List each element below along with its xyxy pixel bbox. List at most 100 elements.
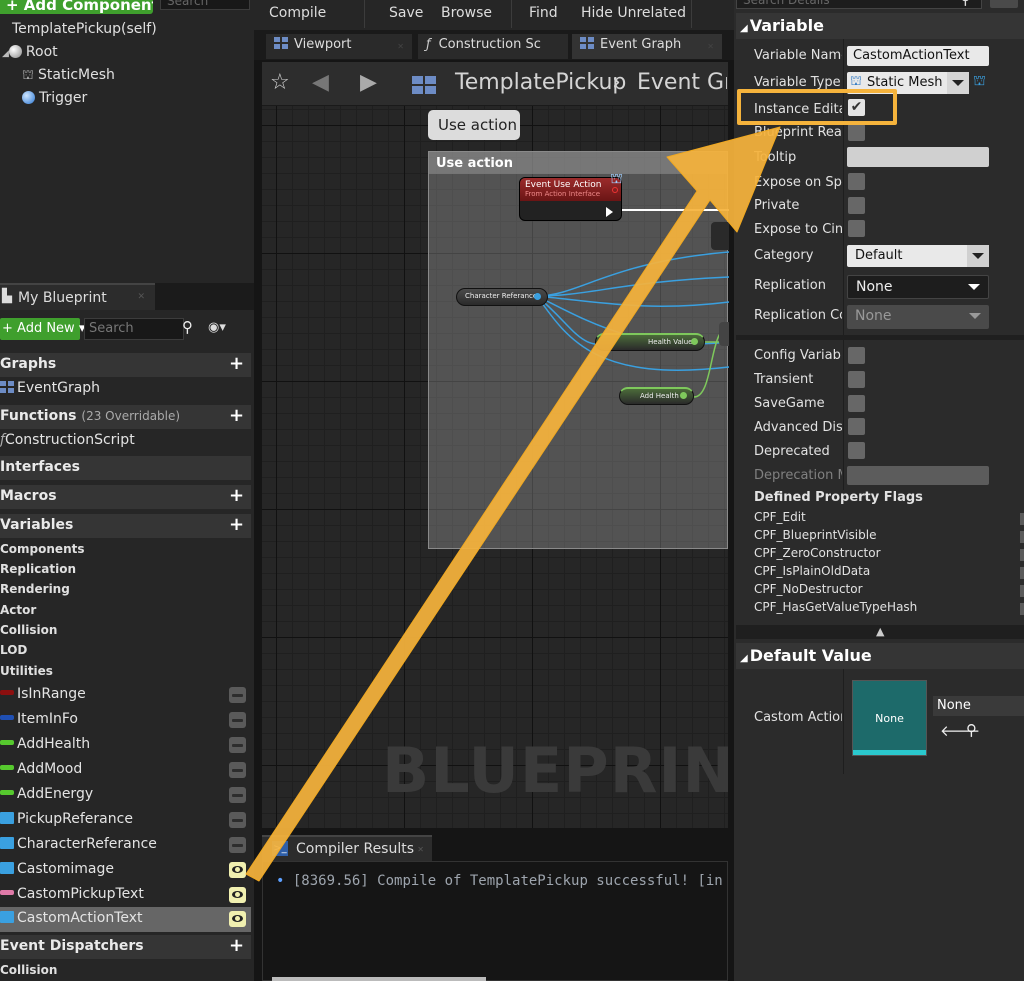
section-default-value[interactable]: ◢ Default Value [736, 643, 1024, 669]
savegame-checkbox[interactable] [848, 395, 865, 412]
variable-row[interactable]: CastomPickupText [0, 883, 251, 908]
dispatcher-category-collision[interactable]: Collision [0, 963, 57, 981]
var-category-actor[interactable]: Actor [0, 603, 36, 623]
horizontal-scrollbar[interactable] [272, 977, 486, 981]
eye-closed-icon[interactable] [229, 737, 246, 753]
asset-thumbnail[interactable]: None [852, 680, 927, 756]
expose-to-cinematics-checkbox[interactable] [848, 220, 865, 237]
config-variable-checkbox[interactable] [848, 347, 865, 364]
tab-construction-script[interactable]: ƒ Construction Sc [418, 34, 568, 59]
var-category-replication[interactable]: Replication [0, 562, 76, 582]
eye-closed-icon[interactable] [229, 687, 246, 703]
add-new-button[interactable]: + Add New ▾ [0, 318, 85, 340]
browse-search-icon[interactable]: ⚲ [966, 721, 977, 739]
comment-bubble[interactable]: Use action [428, 110, 520, 140]
eye-closed-icon[interactable] [229, 712, 246, 728]
replication-dropdown[interactable]: None [847, 275, 989, 299]
section-macros[interactable]: Macros + [0, 485, 251, 509]
var-category-rendering[interactable]: Rendering [0, 582, 70, 602]
section-event-dispatchers[interactable]: Event Dispatchers + [0, 935, 251, 959]
advanced-collapse-bar[interactable]: ▲ [736, 625, 1024, 639]
section-interfaces[interactable]: Interfaces [0, 456, 251, 480]
character-referance-node[interactable]: Character Referance [456, 288, 548, 306]
breadcrumb-blueprint[interactable]: TemplatePickup [455, 70, 626, 95]
tab-viewport[interactable]: Viewport ✕ [266, 34, 412, 59]
replication-condition-dropdown[interactable]: None [847, 305, 989, 329]
add-graph-plus-icon[interactable]: + [229, 355, 245, 373]
tab-event-graph[interactable]: Event Graph ✕ [572, 34, 722, 59]
collapse-arrow-icon[interactable]: ◢ [740, 23, 748, 34]
function-item-constructionscript[interactable]: ƒConstructionScript [0, 429, 251, 454]
variable-name-input[interactable]: CastomActionText [847, 46, 989, 66]
exec-pin-icon[interactable] [606, 207, 613, 217]
hide-unrelated-button[interactable]: Hide Unrelated [581, 5, 686, 21]
details-search-input[interactable]: Search Details [736, 0, 982, 9]
variable-row[interactable]: AddHealth [0, 733, 251, 758]
add-dispatcher-plus-icon[interactable]: + [229, 937, 245, 955]
save-button[interactable]: Save [389, 5, 423, 21]
expose-on-spawn-checkbox[interactable] [848, 173, 865, 190]
variable-row[interactable]: CastomActionText [0, 907, 251, 932]
partial-node[interactable] [719, 322, 729, 346]
tab-my-blueprint[interactable]: ▙ My Blueprint ✕ [0, 283, 155, 310]
variable-row[interactable]: PickupReferance [0, 808, 251, 833]
section-graphs[interactable]: Graphs + [0, 353, 251, 377]
output-pin-icon[interactable] [534, 293, 541, 300]
close-tab-icon[interactable]: ✕ [417, 845, 424, 854]
tab-compiler-results[interactable]: >_ Compiler Results ✕ [262, 835, 432, 861]
view-options-eye-icon[interactable]: ◉▾ [208, 320, 244, 338]
components-search-input[interactable]: Search [160, 0, 250, 10]
variable-row[interactable]: IsInRange [0, 683, 251, 708]
my-blueprint-search-input[interactable]: Search [84, 318, 184, 340]
component-root[interactable]: ◢ Root [0, 41, 254, 64]
output-pin-icon[interactable] [680, 392, 687, 399]
eye-open-icon[interactable] [229, 887, 246, 903]
search-icon[interactable]: ⚲ [182, 318, 204, 340]
component-trigger[interactable]: Trigger [0, 87, 254, 110]
browse-button[interactable]: Browse [441, 5, 492, 21]
deprecated-checkbox[interactable] [848, 442, 865, 459]
expand-arrow-icon[interactable]: ◢ [2, 49, 9, 59]
forward-arrow-icon[interactable]: ▶ [360, 70, 377, 95]
var-category-lod[interactable]: LOD [0, 643, 27, 663]
add-function-plus-icon[interactable]: + [229, 407, 245, 425]
variable-row[interactable]: ItemInFo [0, 708, 251, 733]
back-arrow-icon[interactable]: ◀ [312, 70, 329, 95]
variable-row[interactable]: AddMood [0, 758, 251, 783]
find-button[interactable]: Find [529, 5, 558, 21]
variable-row[interactable]: Castomimage [0, 858, 251, 883]
add-variable-plus-icon[interactable]: + [229, 516, 245, 534]
category-dropdown[interactable]: Default [847, 245, 989, 267]
close-tab-icon[interactable]: ✕ [707, 42, 714, 51]
eye-open-icon[interactable] [229, 911, 246, 927]
close-tab-icon[interactable]: ✕ [397, 42, 404, 51]
variable-type-icon[interactable]: ⛫ [973, 73, 986, 91]
collapse-up-icon[interactable]: ▲ [876, 625, 884, 638]
close-tab-icon[interactable]: ✕ [137, 292, 145, 302]
section-variables[interactable]: Variables + [0, 514, 251, 538]
partial-node[interactable] [711, 222, 729, 250]
var-category-collision[interactable]: Collision [0, 623, 57, 643]
transient-checkbox[interactable] [848, 371, 865, 388]
eye-closed-icon[interactable] [229, 762, 246, 778]
add-macro-plus-icon[interactable]: + [229, 487, 245, 505]
graph-item-eventgraph[interactable]: EventGraph [0, 377, 251, 402]
favorite-star-icon[interactable]: ☆ [270, 70, 290, 95]
var-category-utilities[interactable]: Utilities [0, 664, 53, 684]
section-functions[interactable]: Functions (23 Overridable) + [0, 405, 251, 429]
collapse-arrow-icon[interactable]: ◢ [740, 653, 748, 664]
blueprint-read-only-checkbox[interactable] [848, 124, 865, 141]
search-icon[interactable]: ⚲ [960, 0, 971, 8]
view-options-list-icon[interactable] [990, 0, 1018, 8]
tooltip-input[interactable] [847, 147, 989, 167]
eye-closed-icon[interactable] [229, 837, 246, 853]
add-component-button[interactable]: + Add Component ▾ [0, 0, 153, 14]
private-checkbox[interactable] [848, 197, 865, 214]
eye-closed-icon[interactable] [229, 787, 246, 803]
variable-row[interactable]: AddEnergy [0, 783, 251, 808]
breadcrumb-graph[interactable]: Event Gra [637, 70, 727, 95]
health-value-node[interactable]: Health Value [595, 333, 705, 351]
self-row[interactable]: TemplatePickup(self) [0, 18, 254, 41]
var-category-components[interactable]: Components [0, 542, 85, 562]
eye-closed-icon[interactable] [229, 812, 246, 828]
